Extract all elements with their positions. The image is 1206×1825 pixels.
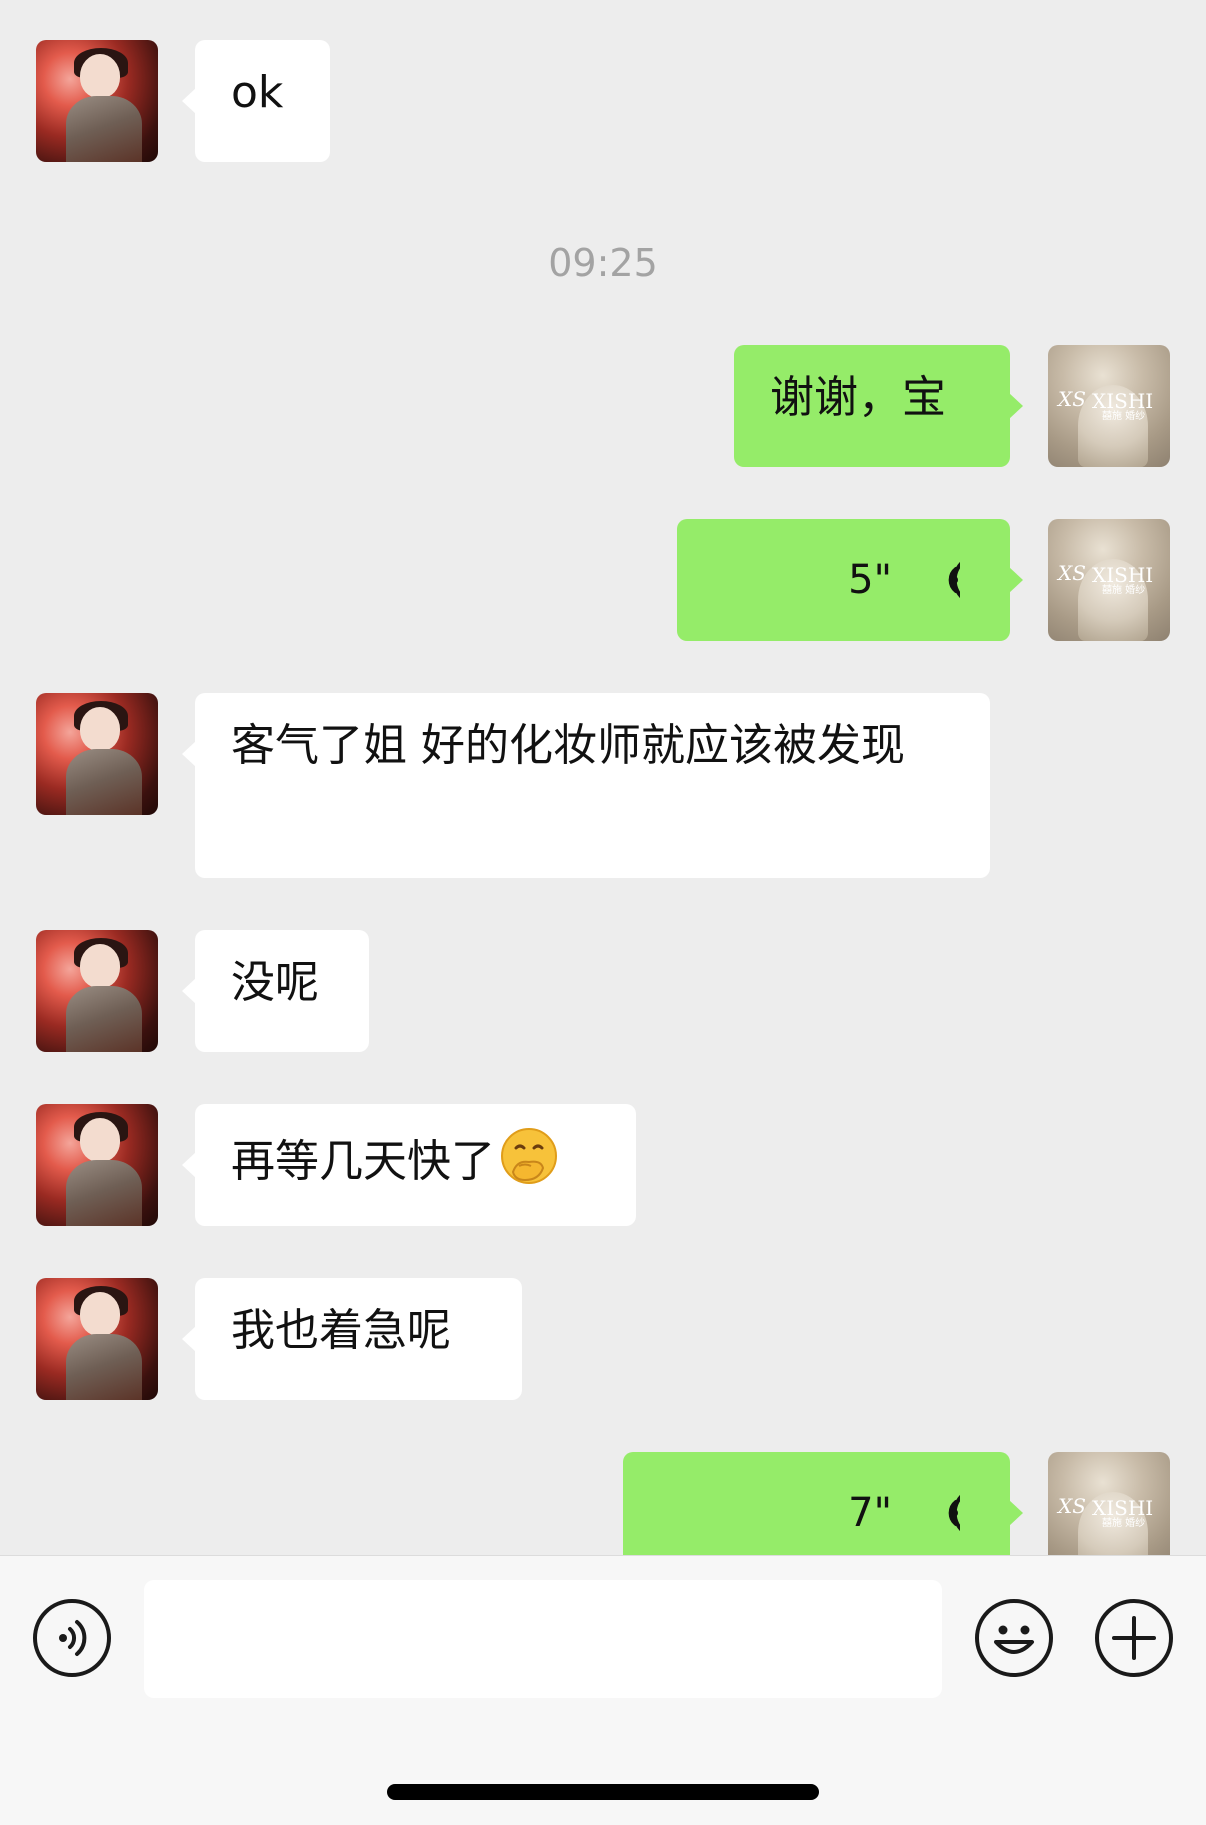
contact-avatar[interactable]: [36, 693, 158, 815]
brand-logo-text: XISHI: [1092, 563, 1154, 587]
avatar-face: [80, 944, 120, 988]
brand-logo-mark: XS: [1058, 1494, 1086, 1518]
brand-logo-subtext: 囍施 婚纱: [1102, 411, 1146, 422]
brand-logo-mark: XS: [1058, 561, 1086, 585]
message-text: 谢谢，宝: [770, 372, 946, 423]
contact-avatar[interactable]: [36, 1278, 158, 1400]
brand-logo-text: XISHI: [1092, 389, 1154, 413]
plus-icon[interactable]: [1094, 1598, 1174, 1678]
message-bubble-incoming[interactable]: 客气了姐 好的化妆师就应该被发现: [182, 693, 990, 878]
brand-logo-subtext: 囍施 婚纱: [1102, 1518, 1146, 1529]
avatar-face: [80, 1292, 120, 1336]
avatar-body: [66, 986, 142, 1052]
avatar-body: [66, 96, 142, 162]
brand-logo-subtext: 囍施 婚纱: [1102, 585, 1146, 596]
avatar-face: [80, 1118, 120, 1162]
message-input[interactable]: [144, 1580, 942, 1698]
avatar-face: [80, 54, 120, 98]
message-bubble-incoming[interactable]: ok: [182, 40, 330, 162]
brand-logo-mark: XS: [1058, 387, 1086, 411]
chat-message-list[interactable]: ok 09:25 谢谢，宝 XS XISHI 囍施 婚纱 5" XS XISHI…: [0, 0, 1206, 1555]
message-text: ok: [231, 67, 284, 118]
message-text: 再等几天快了: [231, 1136, 495, 1187]
message-bubble-incoming[interactable]: 再等几天快了: [182, 1104, 636, 1226]
chat-timestamp: 09:25: [548, 241, 658, 285]
voice-duration: 5": [848, 557, 892, 603]
message-text: 客气了姐 好的化妆师就应该被发现: [231, 720, 905, 771]
brand-logo-text: XISHI: [1092, 1496, 1154, 1520]
avatar-face: [80, 707, 120, 751]
self-avatar[interactable]: XS XISHI 囍施 婚纱: [1048, 519, 1170, 641]
avatar-body: [66, 1160, 142, 1226]
avatar-body: [66, 1334, 142, 1400]
voice-duration: 7": [848, 1490, 892, 1536]
voice-message-bubble[interactable]: 5": [677, 519, 1023, 641]
voice-message-bubble[interactable]: 7": [623, 1452, 1023, 1555]
self-avatar[interactable]: XS XISHI 囍施 婚纱: [1048, 1452, 1170, 1555]
contact-avatar[interactable]: [36, 1104, 158, 1226]
message-bubble-incoming[interactable]: 我也着急呢: [182, 1278, 522, 1400]
voice-wave-icon: [948, 561, 960, 599]
voice-mode-icon[interactable]: [32, 1598, 112, 1678]
avatar-body: [66, 749, 142, 815]
message-text: 我也着急呢: [231, 1305, 451, 1356]
message-bubble-outgoing[interactable]: 谢谢，宝: [734, 345, 1023, 467]
message-text: 没呢: [231, 957, 319, 1008]
contact-avatar[interactable]: [36, 930, 158, 1052]
voice-wave-icon: [948, 1494, 960, 1532]
thinking-hand-over-mouth-emoji: [501, 1128, 557, 1184]
self-avatar[interactable]: XS XISHI 囍施 婚纱: [1048, 345, 1170, 467]
home-indicator[interactable]: [387, 1784, 819, 1800]
contact-avatar[interactable]: [36, 40, 158, 162]
message-bubble-incoming[interactable]: 没呢: [182, 930, 369, 1052]
smiley-face-icon[interactable]: [974, 1598, 1054, 1678]
